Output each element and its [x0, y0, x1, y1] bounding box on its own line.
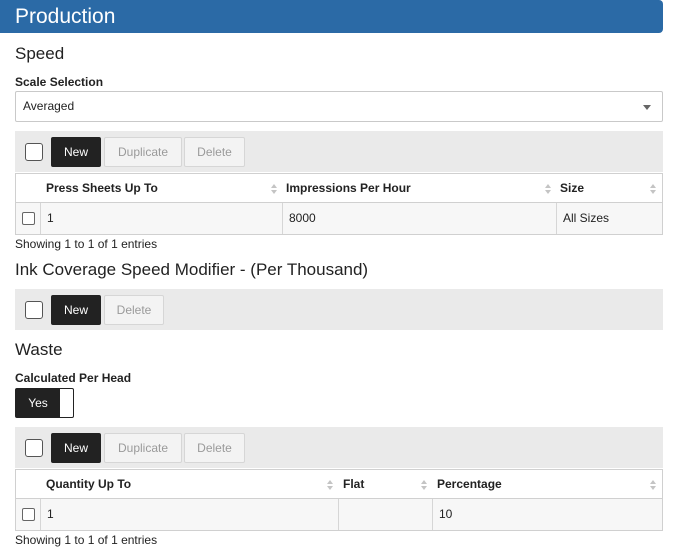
waste-delete-button[interactable]: Delete	[184, 433, 245, 463]
sort-icon[interactable]	[271, 184, 278, 195]
cell-quantity: 1	[40, 499, 338, 530]
column-header-label: Press Sheets Up To	[46, 181, 158, 195]
ink-section-title: Ink Coverage Speed Modifier - (Per Thous…	[15, 260, 369, 279]
calculated-per-head-toggle[interactable]: Yes	[15, 388, 74, 418]
chevron-down-icon	[643, 105, 651, 110]
sort-icon[interactable]	[545, 184, 552, 195]
sort-icon[interactable]	[650, 184, 657, 195]
column-header-label: Flat	[343, 477, 365, 491]
scale-selection-dropdown[interactable]: Averaged	[15, 91, 663, 122]
cell-flat	[338, 499, 432, 530]
ink-select-all-checkbox[interactable]	[25, 301, 43, 319]
row-checkbox[interactable]	[22, 508, 35, 521]
column-header-flat[interactable]: Flat	[343, 470, 433, 499]
cell-size: All Sizes	[556, 203, 662, 234]
column-header-impressions[interactable]: Impressions Per Hour	[286, 174, 556, 203]
column-header-percentage[interactable]: Percentage	[437, 470, 647, 499]
column-header-label: Quantity Up To	[46, 477, 132, 491]
waste-section-title: Waste	[15, 340, 63, 359]
sort-icon[interactable]	[650, 480, 657, 491]
speed-table: Press Sheets Up To Impressions Per Hour …	[15, 173, 663, 235]
ink-delete-button[interactable]: Delete	[104, 295, 164, 325]
toggle-on-label: Yes	[16, 389, 60, 417]
scale-selection-label: Scale Selection	[15, 75, 104, 89]
column-header-size[interactable]: Size	[560, 174, 650, 203]
panel-title: Production	[15, 5, 116, 28]
column-header-press-sheets[interactable]: Press Sheets Up To	[46, 174, 286, 203]
speed-table-info: Showing 1 to 1 of 1 entries	[15, 237, 158, 251]
waste-table-header: Quantity Up To Flat Percentage	[16, 470, 662, 499]
waste-new-button[interactable]: New	[51, 433, 101, 463]
waste-duplicate-button[interactable]: Duplicate	[104, 433, 182, 463]
scale-selection-value: Averaged	[23, 99, 75, 113]
column-header-label: Percentage	[437, 477, 502, 491]
cell-press-sheets: 1	[40, 203, 282, 234]
waste-select-all-checkbox[interactable]	[25, 439, 43, 457]
speed-select-all-checkbox[interactable]	[25, 143, 43, 161]
sort-icon[interactable]	[421, 480, 428, 491]
speed-section-title: Speed	[15, 44, 65, 63]
column-header-quantity[interactable]: Quantity Up To	[46, 470, 336, 499]
row-checkbox[interactable]	[22, 212, 35, 225]
column-header-label: Size	[560, 181, 585, 195]
speed-new-button[interactable]: New	[51, 137, 101, 167]
waste-toolbar: New Duplicate Delete	[15, 427, 663, 468]
table-row[interactable]: 1 10	[16, 499, 662, 530]
speed-table-header: Press Sheets Up To Impressions Per Hour …	[16, 174, 662, 203]
column-header-label: Impressions Per Hour	[286, 181, 411, 195]
speed-delete-button[interactable]: Delete	[184, 137, 245, 167]
panel-header: Production	[0, 0, 663, 33]
table-row[interactable]: 1 8000 All Sizes	[16, 203, 662, 234]
speed-duplicate-button[interactable]: Duplicate	[104, 137, 182, 167]
waste-table: Quantity Up To Flat Percentage 1 10	[15, 469, 663, 531]
waste-table-info: Showing 1 to 1 of 1 entries	[15, 533, 158, 547]
ink-new-button[interactable]: New	[51, 295, 101, 325]
cell-percentage: 10	[432, 499, 662, 530]
speed-toolbar: New Duplicate Delete	[15, 131, 663, 172]
cell-impressions: 8000	[282, 203, 556, 234]
calculated-per-head-label: Calculated Per Head	[15, 371, 132, 385]
sort-icon[interactable]	[327, 480, 334, 491]
ink-toolbar: New Delete	[15, 289, 663, 330]
